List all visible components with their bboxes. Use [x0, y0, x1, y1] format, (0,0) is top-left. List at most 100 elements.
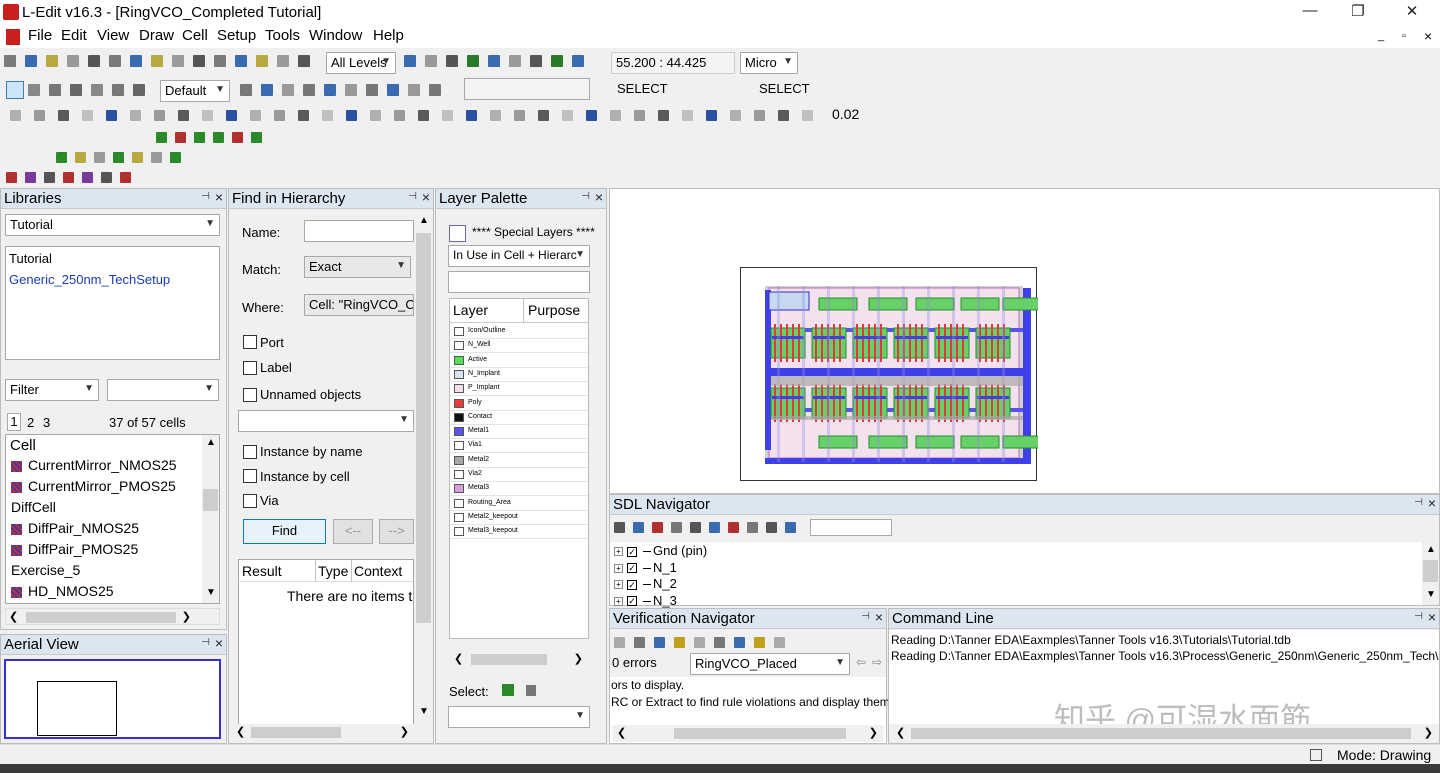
toolbar-tool-icon[interactable]: [91, 84, 103, 96]
toolbar-tool-icon[interactable]: [250, 110, 261, 121]
pin-icon[interactable]: ⊣: [201, 637, 210, 648]
toolbar-tool-icon[interactable]: [785, 522, 796, 533]
close-button[interactable]: ✕: [1392, 2, 1432, 20]
cell-list-item[interactable]: CurrentMirror_NMOS25: [11, 457, 177, 473]
mdi-restore-button[interactable]: ▫: [1402, 30, 1406, 42]
pin-icon[interactable]: ⊣: [581, 191, 590, 202]
toolbar-tool-icon[interactable]: [10, 110, 21, 121]
pin-icon[interactable]: ⊣: [201, 191, 210, 202]
toolbar-tool-icon[interactable]: [387, 84, 399, 96]
toolbar-tool-icon[interactable]: [106, 110, 117, 121]
find-vscroll[interactable]: ▲ ▼: [415, 211, 432, 721]
toolbar-tool-icon[interactable]: [240, 84, 252, 96]
layer-row[interactable]: N_Implant: [450, 368, 588, 382]
close-icon[interactable]: ×: [215, 189, 223, 205]
toolbar-tool-icon[interactable]: [70, 84, 82, 96]
layer-row[interactable]: Poly: [450, 397, 588, 411]
toolbar-tool-icon[interactable]: [214, 55, 226, 67]
toolbar-tool-icon[interactable]: [298, 55, 310, 67]
toolbar-tool-icon[interactable]: [213, 132, 224, 143]
command-output[interactable]: Reading D:\Tanner EDA\Eaxmples\Tanner To…: [889, 630, 1439, 724]
toolbar-tool-icon[interactable]: [714, 637, 725, 648]
toolbar-tool-icon[interactable]: [802, 110, 813, 121]
expand-icon[interactable]: +: [614, 580, 623, 590]
toolbar-tool-icon[interactable]: [394, 110, 405, 121]
forward-arrow-icon[interactable]: ⇨: [872, 655, 882, 669]
library-list[interactable]: Tutorial Generic_250nm_TechSetup: [5, 246, 220, 360]
pin-icon[interactable]: ⊣: [861, 611, 870, 622]
toolbar-tool-icon[interactable]: [151, 55, 163, 67]
unnamed-objects-checkbox[interactable]: [243, 388, 257, 402]
layer-row[interactable]: Metal2_keepout: [450, 511, 588, 525]
net-checkbox[interactable]: ✓: [627, 563, 637, 574]
label-checkbox[interactable]: [243, 361, 257, 375]
toolbar-tool-icon[interactable]: [232, 132, 243, 143]
toolbar-tool-icon[interactable]: [610, 110, 621, 121]
layer-select-dropdown[interactable]: ▼: [448, 706, 590, 728]
cell-list-item[interactable]: Exercise_5: [11, 562, 80, 578]
toolbar-tool-icon[interactable]: [429, 84, 441, 96]
toolbar-tool-icon[interactable]: [303, 84, 315, 96]
toolbar-tool-icon[interactable]: [130, 55, 142, 67]
close-icon[interactable]: ×: [215, 635, 223, 651]
toolbar-tool-icon[interactable]: [251, 132, 262, 143]
toolbar-tool-icon[interactable]: [551, 55, 563, 67]
filter-dropdown[interactable]: Filter ▼: [5, 379, 99, 401]
toolbar-tool-icon[interactable]: [530, 55, 542, 67]
toolbar-tool-icon[interactable]: [44, 172, 55, 183]
toolbar-tool-icon[interactable]: [730, 110, 741, 121]
close-icon[interactable]: ×: [595, 189, 603, 205]
toolbar-tool-icon[interactable]: [113, 152, 124, 163]
toolbar-tool-icon[interactable]: [67, 55, 79, 67]
sdl-net-item[interactable]: + ✓ N_2: [614, 576, 677, 591]
layer-row[interactable]: Metal2: [450, 454, 588, 468]
toolbar-tool-icon[interactable]: [75, 152, 86, 163]
toolbar-tool-icon[interactable]: [442, 110, 453, 121]
aerial-viewport-box[interactable]: [37, 681, 117, 736]
sdl-vscroll[interactable]: ▲ ▼: [1422, 542, 1439, 605]
mdi-minimize-button[interactable]: _: [1378, 30, 1384, 42]
toolbar-tool-icon[interactable]: [633, 522, 644, 533]
menu-help[interactable]: Help: [373, 27, 404, 44]
layer-column-header[interactable]: Layer: [453, 302, 488, 318]
toolbar-tool-icon[interactable]: [346, 110, 357, 121]
cell-list-item[interactable]: CurrentMirror_PMOS25: [11, 478, 176, 494]
toolbar-tool-icon[interactable]: [466, 110, 477, 121]
toolbar-tool-icon[interactable]: [425, 55, 437, 67]
toolbar-tool-icon[interactable]: [614, 637, 625, 648]
find-button[interactable]: Find: [243, 519, 326, 544]
toolbar-tool-icon[interactable]: [154, 110, 165, 121]
expand-icon[interactable]: +: [614, 596, 623, 606]
special-layer-swatch[interactable]: [449, 225, 466, 242]
toolbar-tool-icon[interactable]: [56, 152, 67, 163]
pin-icon[interactable]: ⊣: [1414, 611, 1423, 622]
toolbar-tool-icon[interactable]: [408, 84, 420, 96]
find-results-table[interactable]: Result Type Context There are no items t: [238, 559, 414, 725]
match-dropdown[interactable]: Exact ▼: [304, 256, 411, 278]
toolbar-tool-icon[interactable]: [101, 172, 112, 183]
layer-hscroll[interactable]: ❮ ❯: [449, 651, 589, 668]
library-item[interactable]: Generic_250nm_TechSetup: [9, 272, 170, 287]
toolbar-tool-icon[interactable]: [322, 110, 333, 121]
toolbar-tool-icon[interactable]: [282, 84, 294, 96]
toolbar-tool-icon[interactable]: [682, 110, 693, 121]
toolbar-tool-icon[interactable]: [509, 55, 521, 67]
toolbar-tool-icon[interactable]: [418, 110, 429, 121]
menu-tools[interactable]: Tools: [265, 27, 300, 44]
toolbar-tool-icon[interactable]: [734, 637, 745, 648]
page-tab-3[interactable]: 3: [43, 415, 50, 430]
toolbar-tool-icon[interactable]: [88, 55, 100, 67]
layer-row[interactable]: Active: [450, 354, 588, 368]
select-layer-icon[interactable]: [526, 685, 536, 696]
toolbar-tool-icon[interactable]: [49, 84, 61, 96]
find-next-button[interactable]: -->: [379, 519, 414, 544]
toolbar-tool-icon[interactable]: [109, 55, 121, 67]
toolbar-tool-icon[interactable]: [120, 172, 131, 183]
layer-row[interactable]: Via2: [450, 468, 588, 482]
toolbar-tool-icon[interactable]: [25, 55, 37, 67]
sdl-net-tree[interactable]: + ✓ Gnd (pin) + ✓ N_1 + ✓ N_2 + ✓ N_3 ▲ ▼: [610, 542, 1439, 608]
layer-row[interactable]: Routing_Area: [450, 497, 588, 511]
cell-list-item[interactable]: HD_NMOS25: [11, 583, 114, 599]
via-checkbox[interactable]: [243, 494, 257, 508]
name-input[interactable]: [304, 220, 414, 242]
